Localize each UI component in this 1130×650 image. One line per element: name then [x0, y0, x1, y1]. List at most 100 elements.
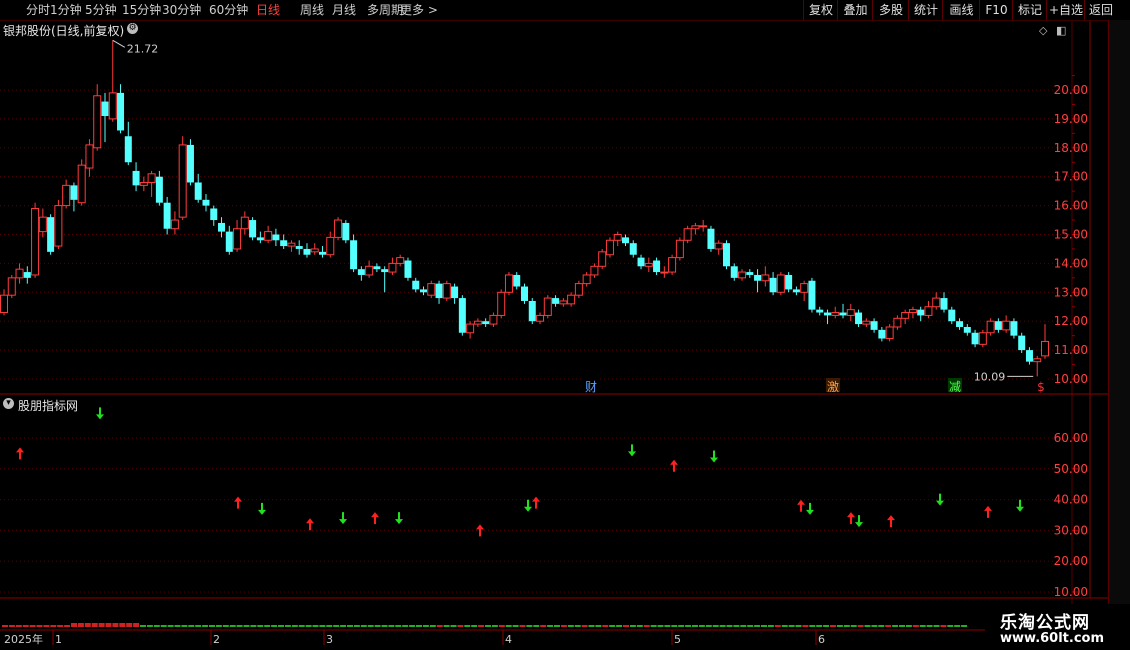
watermark-url: www.60lt.com [1000, 631, 1105, 646]
stock-title: 银邦股份(日线,前复权) [3, 24, 125, 38]
candle-body-down [746, 272, 754, 275]
volume-bar [719, 625, 726, 627]
candle-body-up [613, 234, 622, 241]
candle-body-up [15, 268, 24, 279]
volume-bar [367, 625, 374, 627]
sell-arrow-icon [628, 444, 636, 457]
diamond-icon[interactable]: ◇ [1039, 24, 1047, 37]
candle-body-down [280, 240, 288, 247]
volume-bar [726, 625, 733, 627]
date-axis-label: 6 [818, 633, 825, 646]
volume-bar [623, 625, 629, 627]
candle-body-down [528, 300, 536, 322]
volume-bar [422, 625, 429, 627]
candle-body-down [295, 246, 303, 249]
toolbar-button-6[interactable]: 标记 [1012, 0, 1047, 20]
toolbar-button-5[interactable]: F10 [979, 0, 1013, 20]
period-tab-4[interactable]: 30分钟 [162, 2, 201, 18]
indicator-settings-icon[interactable]: ▾ [3, 398, 14, 409]
period-tab-10[interactable]: 更多 > [400, 2, 438, 18]
panel-toggle-icon[interactable]: ◧ [1056, 24, 1066, 37]
volume-bar [892, 625, 899, 627]
volume-bar [91, 623, 98, 627]
candle-body-up [287, 242, 296, 247]
candle-body-up [7, 277, 16, 296]
candle-body-up [536, 314, 545, 322]
candle-body-up [504, 274, 513, 293]
toolbar-button-8[interactable]: 返回 [1084, 0, 1117, 20]
period-tab-1[interactable]: 1分钟 [50, 2, 82, 18]
candle-body-up [233, 228, 242, 250]
period-tab-0[interactable]: 分时 [26, 2, 50, 18]
candle-body-up [683, 228, 692, 241]
volume-bar [650, 625, 657, 627]
candle-body-down [210, 208, 218, 221]
candle-body-up [139, 181, 148, 186]
candle-body-down [101, 101, 109, 117]
candle-body-up [590, 265, 599, 276]
candle-body-up [978, 332, 987, 345]
volume-bar [754, 625, 761, 627]
period-tab-8[interactable]: 月线 [332, 2, 356, 18]
candle-body-down [132, 170, 140, 186]
candle-body-up [901, 312, 910, 319]
volume-bar [850, 625, 857, 627]
sell-arrow-icon [258, 502, 266, 515]
candle-body-down [956, 321, 964, 327]
toolbar-button-2[interactable]: 多股 [872, 0, 909, 20]
volume-bar [8, 625, 15, 627]
volume-bar [857, 625, 864, 627]
candle-body-down [458, 298, 466, 333]
volume-bar [643, 625, 650, 627]
sell-arrow-icon [339, 512, 347, 525]
toolbar-button-3[interactable]: 统计 [908, 0, 943, 20]
toolbar-button-1[interactable]: 叠加 [837, 0, 873, 20]
toolbar-button-0[interactable]: 复权 [803, 0, 838, 20]
volume-bar [271, 625, 278, 627]
volume-bar [181, 625, 188, 627]
candle-body-down [878, 329, 886, 339]
volume-bar [671, 625, 678, 627]
period-tab-9[interactable]: 多周期 [367, 2, 403, 18]
volume-bar [698, 625, 705, 627]
volume-bar [519, 625, 526, 627]
chart-canvas[interactable]: 20.00 19.00 18.00 17.00 16.00 15.00 14.00 13.00… [0, 0, 1130, 650]
volume-bar [836, 625, 843, 627]
candle-body-down [404, 260, 412, 278]
candle-body-up [924, 306, 933, 316]
volume-bar [926, 625, 933, 627]
volume-bar [126, 623, 133, 627]
period-tab-6[interactable]: 日线 [256, 2, 280, 18]
period-tab-3[interactable]: 15分钟 [122, 2, 161, 18]
volume-bar [43, 625, 50, 627]
period-tab-5[interactable]: 60分钟 [209, 2, 248, 18]
candle-body-down [451, 286, 459, 299]
candle-body-up [93, 95, 102, 149]
price-tick-label: 20.00 [1054, 83, 1088, 97]
period-toolbar: 分时 1分钟 5分钟 15分钟 30分钟 60分钟 日线 周线 月线 多周期 更多 > 复权 叠加 多股统… [0, 0, 1130, 21]
indicator-tick-label: 30.00 [1054, 523, 1088, 537]
date-axis-label: 4 [505, 633, 512, 646]
candle-body-up [1041, 340, 1049, 357]
candle-body-down [730, 266, 738, 278]
volume-bar [574, 625, 581, 627]
period-tab-2[interactable]: 5分钟 [85, 2, 117, 18]
buy-arrow-icon [371, 512, 379, 525]
candle-body-up [605, 239, 614, 256]
volume-bar [436, 625, 443, 627]
volume-bar [933, 625, 940, 627]
candle-body-up [582, 274, 591, 285]
volume-bar [554, 625, 560, 627]
toolbar-button-4[interactable]: 画线 [942, 0, 980, 20]
candle-body-up [831, 312, 840, 316]
toolbar-button-7[interactable]: +自选 [1046, 0, 1085, 20]
volume-bar [105, 623, 112, 627]
candle-body-up [598, 251, 607, 267]
candle-body-down [319, 251, 327, 255]
volume-bar [57, 625, 64, 627]
candle-body-up [388, 262, 397, 273]
right-side-panel[interactable] [1108, 20, 1130, 630]
sell-arrow-icon [806, 502, 814, 515]
settings-gear-icon[interactable]: ⚙ [127, 23, 138, 34]
period-tab-7[interactable]: 周线 [300, 2, 324, 18]
